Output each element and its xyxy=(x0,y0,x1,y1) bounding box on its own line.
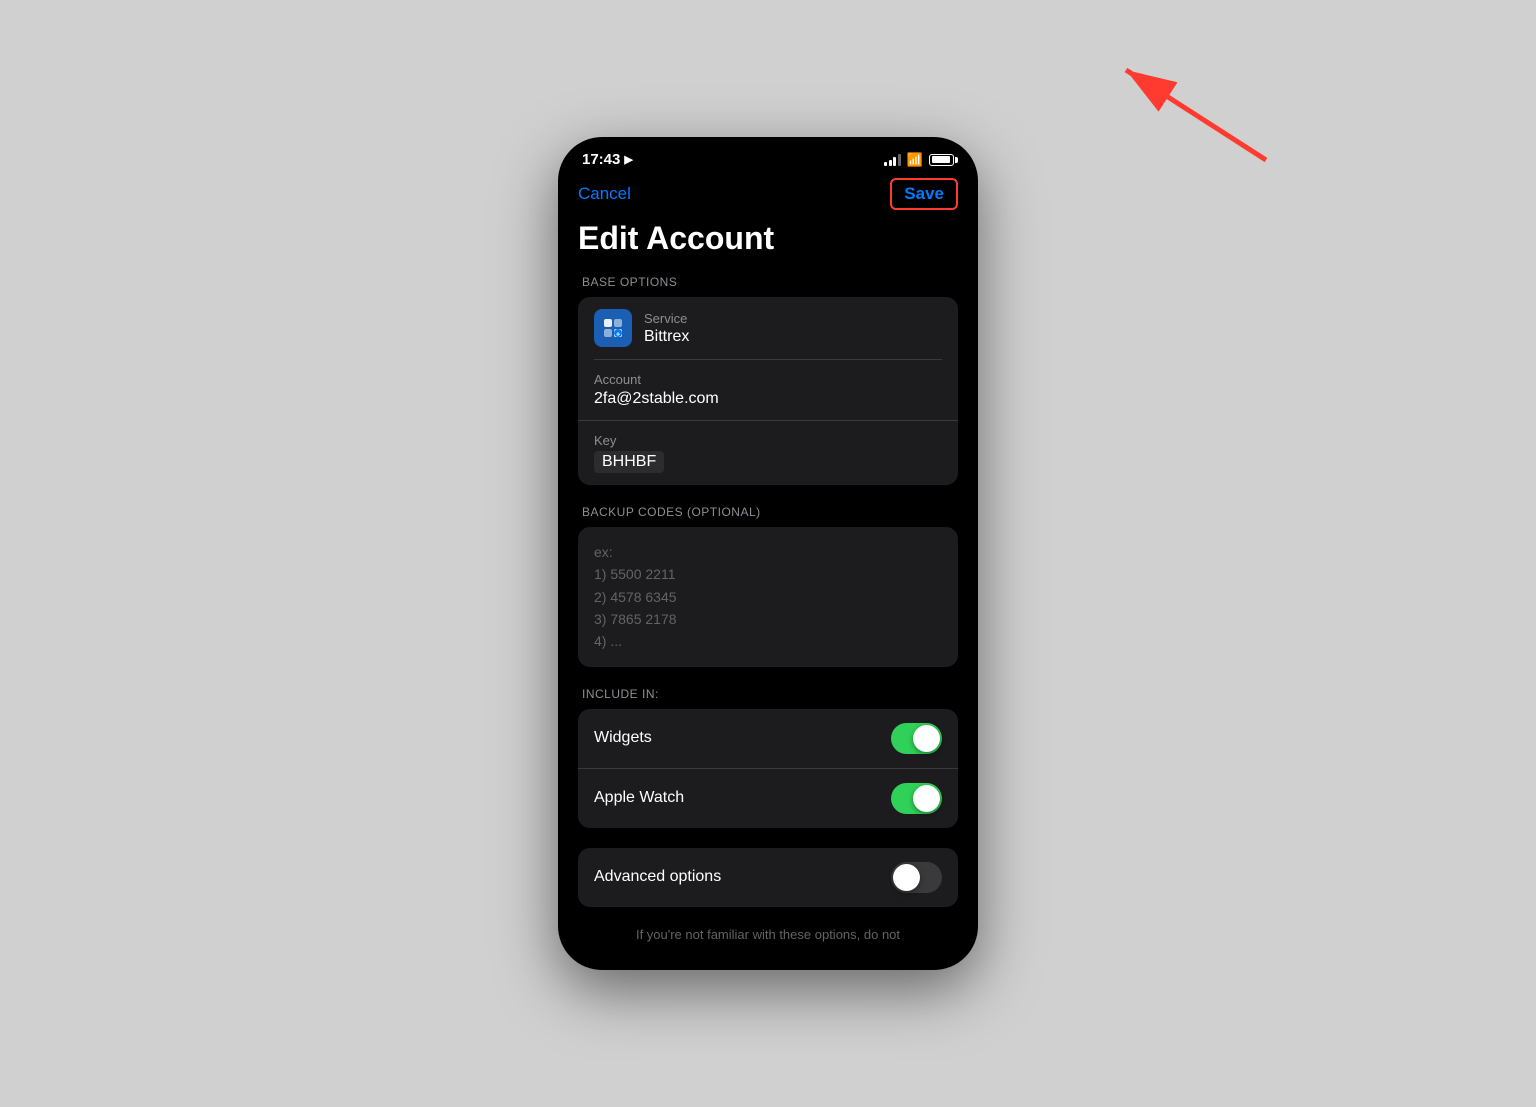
service-info: Service Bittrex xyxy=(644,311,689,346)
backup-codes-placeholder: ex: 1) 5500 2211 2) 4578 6345 3) 7865 21… xyxy=(594,544,677,650)
page-title: Edit Account xyxy=(578,220,958,257)
base-options-label: BASE OPTIONS xyxy=(578,275,958,289)
apple-watch-toggle[interactable] xyxy=(891,783,942,814)
arrow-annotation xyxy=(1076,50,1276,175)
account-label: Account xyxy=(594,372,942,387)
include-in-card: Widgets Apple Watch xyxy=(578,709,958,828)
apple-watch-label: Apple Watch xyxy=(594,789,684,807)
widgets-row: Widgets xyxy=(578,709,958,769)
signal-icon xyxy=(884,154,901,166)
include-in-label: INCLUDE IN: xyxy=(578,687,958,701)
service-label: Service xyxy=(644,311,689,326)
content-area: Edit Account BASE OPTIONS + Servic xyxy=(558,220,978,969)
nav-bar: Cancel Save xyxy=(558,174,978,220)
save-button[interactable]: Save xyxy=(890,178,958,210)
advanced-options-row: Advanced options xyxy=(578,848,958,907)
svg-text:+: + xyxy=(616,332,620,339)
widgets-label: Widgets xyxy=(594,729,652,747)
phone-frame: 17:43 ▶ 📶 Cancel Save Edit Account BASE … xyxy=(558,137,978,969)
key-value: BHHBF xyxy=(594,451,664,473)
key-label: Key xyxy=(594,433,942,448)
advanced-options-toggle[interactable] xyxy=(891,862,942,893)
widgets-toggle[interactable] xyxy=(891,723,942,754)
account-value: 2fa@2stable.com xyxy=(594,390,942,408)
apple-watch-row: Apple Watch xyxy=(578,769,958,828)
apple-watch-toggle-knob xyxy=(913,785,940,812)
cancel-button[interactable]: Cancel xyxy=(578,184,631,204)
service-value: Bittrex xyxy=(644,328,689,346)
advanced-options-card: Advanced options xyxy=(578,848,958,907)
backup-codes-field[interactable]: ex: 1) 5500 2211 2) 4578 6345 3) 7865 21… xyxy=(578,527,958,667)
location-icon: ▶ xyxy=(624,153,632,166)
service-icon: + xyxy=(594,309,632,347)
key-row[interactable]: Key BHHBF xyxy=(578,421,958,485)
battery-icon xyxy=(929,154,954,166)
status-time: 17:43 ▶ xyxy=(582,151,633,168)
base-options-card: + Service Bittrex Account 2fa@2stable.co… xyxy=(578,297,958,485)
widgets-toggle-knob xyxy=(913,725,940,752)
advanced-options-knob xyxy=(893,864,920,891)
time-label: 17:43 xyxy=(582,151,620,168)
account-row[interactable]: Account 2fa@2stable.com xyxy=(578,360,958,421)
service-row[interactable]: + Service Bittrex xyxy=(578,297,958,359)
advanced-options-label: Advanced options xyxy=(594,868,721,886)
status-icons: 📶 xyxy=(884,152,954,168)
backup-codes-label: BACKUP CODES (OPTIONAL) xyxy=(578,505,958,519)
status-bar: 17:43 ▶ 📶 xyxy=(558,137,978,174)
wifi-icon: 📶 xyxy=(907,152,923,168)
footer-note: If you're not familiar with these option… xyxy=(578,919,958,950)
